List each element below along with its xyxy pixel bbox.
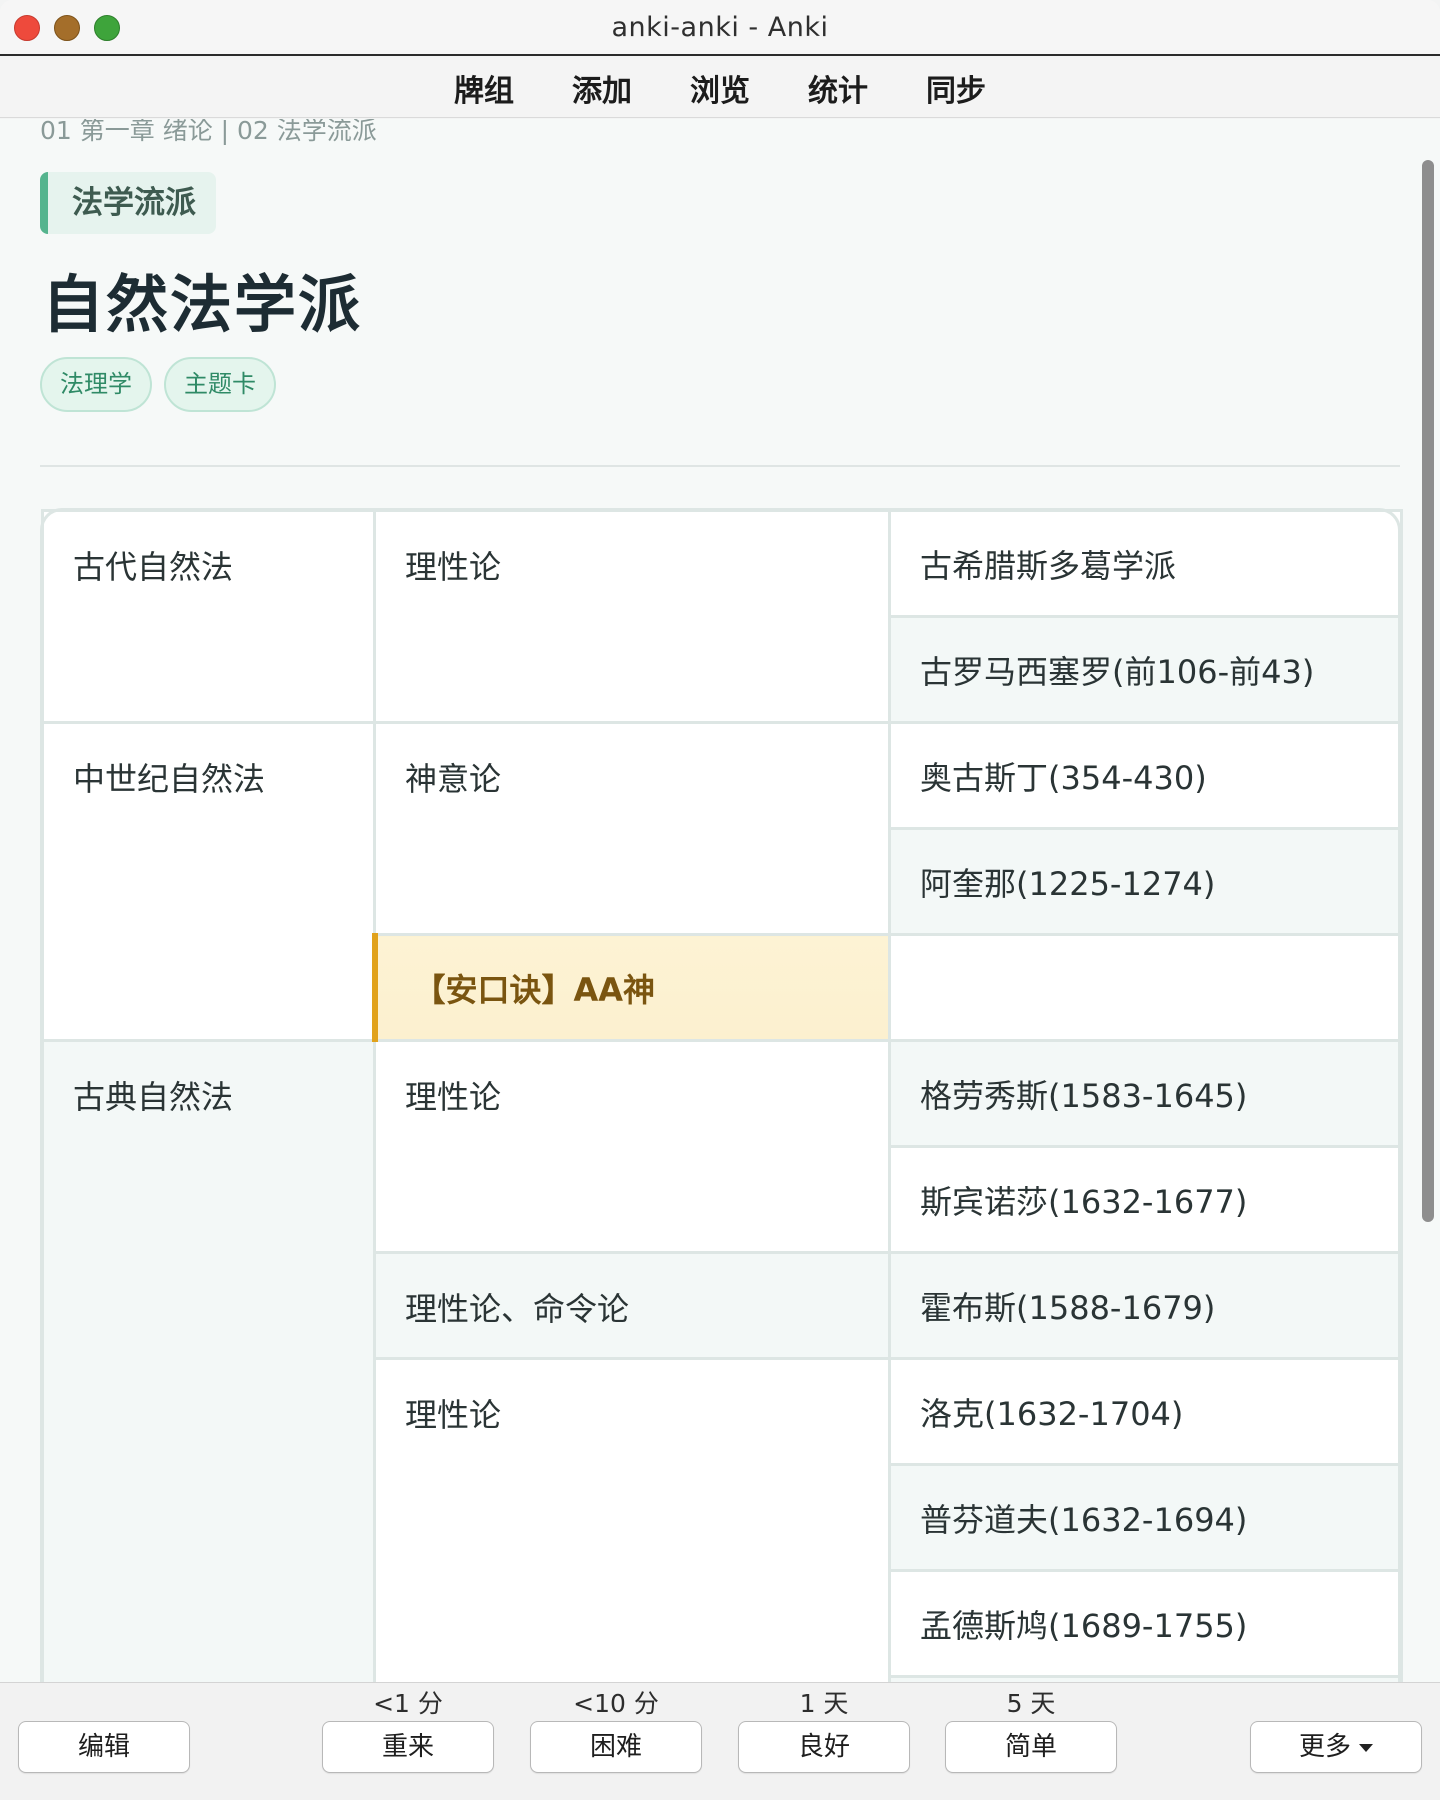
person-cell: 洛克(1632-1704) xyxy=(888,1357,1403,1466)
theory-cell: 理性论 xyxy=(373,1039,891,1254)
school-table: 古代自然法 理性论 古希腊斯多葛学派 古罗马西塞罗(前106-前43) 中世纪自… xyxy=(41,509,1403,1682)
theory-cell: 神意论 xyxy=(373,721,891,936)
topic-badge: 法学流派 xyxy=(40,172,216,234)
edit-button[interactable]: 编辑 xyxy=(18,1721,190,1773)
easy-interval: 5 天 xyxy=(1006,1689,1056,1718)
tag-list: 法理学 主题卡 xyxy=(40,357,276,412)
answer-bar: 编辑 <1 分 重来 <10 分 困难 1 天 良好 5 天 简单 更多 xyxy=(0,1682,1440,1800)
person-cell: 古希腊斯多葛学派 xyxy=(888,509,1403,618)
again-interval: <1 分 xyxy=(373,1689,443,1718)
window-title: anki-anki - Anki xyxy=(611,12,829,43)
good-button[interactable]: 良好 xyxy=(738,1721,910,1773)
tag-chip: 主题卡 xyxy=(164,357,276,412)
divider xyxy=(40,465,1400,467)
window-titlebar: anki-anki - Anki xyxy=(0,0,1440,56)
tag-chip: 法理学 xyxy=(40,357,152,412)
nav-add[interactable]: 添加 xyxy=(543,66,661,110)
table-row: 古代自然法 理性论 古希腊斯多葛学派 xyxy=(41,509,1403,724)
person-cell: 普芬道夫(1632-1694) xyxy=(888,1463,1403,1572)
card-viewport[interactable]: 01 第一章 绪论 | 02 法学流派 法学流派 自然法学派 法理学 主题卡 古… xyxy=(0,119,1440,1682)
table-row: 古典自然法 理性论 格劳秀斯(1583-1645) xyxy=(41,1039,1403,1682)
table-row: 中世纪自然法 神意论 奥古斯丁(354-430) xyxy=(41,721,1403,1042)
person-cell: 格劳秀斯(1583-1645) xyxy=(888,1039,1403,1148)
good-interval: 1 天 xyxy=(799,1689,849,1718)
person-cell: 霍布斯(1588-1679) xyxy=(888,1251,1403,1360)
nav-sync[interactable]: 同步 xyxy=(897,66,1015,110)
person-cell: 阿奎那(1225-1274) xyxy=(888,827,1403,936)
theory-cell: 理性论、命令论 xyxy=(373,1251,891,1360)
nav-decks[interactable]: 牌组 xyxy=(425,66,543,110)
hard-interval: <10 分 xyxy=(573,1689,659,1718)
again-button[interactable]: 重来 xyxy=(322,1721,494,1773)
easy-button[interactable]: 简单 xyxy=(945,1721,1117,1773)
breadcrumb: 01 第一章 绪论 | 02 法学流派 xyxy=(40,119,377,145)
person-cell: 孟德斯鸠(1689-1755) xyxy=(888,1569,1403,1678)
caret-down-icon xyxy=(1359,1743,1373,1752)
card-title: 自然法学派 xyxy=(42,268,363,341)
person-cell: 斯宾诺莎(1632-1677) xyxy=(888,1145,1403,1254)
era-cell: 古典自然法 xyxy=(41,1039,376,1682)
theory-cell: 理性论 xyxy=(373,509,891,724)
more-label: 更多 xyxy=(1298,1732,1351,1762)
more-button[interactable]: 更多 xyxy=(1250,1721,1422,1773)
mnemonic-cell: 【安口诀】AA神 xyxy=(371,933,891,1042)
person-cell xyxy=(888,933,1403,1042)
main-toolbar: 牌组 添加 浏览 统计 同步 xyxy=(0,58,1440,118)
era-cell: 中世纪自然法 xyxy=(41,721,376,1042)
person-cell: 古罗马西塞罗(前106-前43) xyxy=(888,615,1403,724)
person-cell: 奥古斯丁(354-430) xyxy=(888,721,1403,830)
nav-browse[interactable]: 浏览 xyxy=(661,66,779,110)
theory-cell: 理性论 xyxy=(373,1357,891,1682)
hard-button[interactable]: 困难 xyxy=(530,1721,702,1773)
scrollbar-thumb[interactable] xyxy=(1422,160,1434,1222)
era-cell: 古代自然法 xyxy=(41,509,376,724)
nav-stats[interactable]: 统计 xyxy=(779,66,897,110)
